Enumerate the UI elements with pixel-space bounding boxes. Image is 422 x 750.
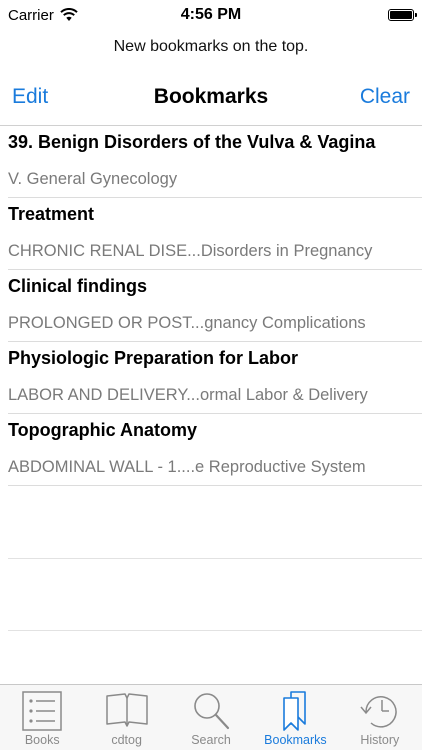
bookmark-row[interactable]: Physiologic Preparation for Labor LABOR …: [0, 342, 422, 414]
battery-icon: [388, 9, 417, 21]
battery-fill: [390, 11, 412, 19]
bookmark-row[interactable]: Clinical findings PROLONGED OR POST...gn…: [0, 270, 422, 342]
bookmark-list: 39. Benign Disorders of the Vulva & Vagi…: [0, 126, 422, 486]
bookmark-title: 39. Benign Disorders of the Vulva & Vagi…: [8, 132, 376, 152]
bookmark-title: Treatment: [8, 204, 95, 224]
tab-books-label: Books: [24, 733, 60, 747]
bookmark-row[interactable]: Treatment CHRONIC RENAL DISE...Disorders…: [0, 198, 422, 270]
nav-bar: Edit Bookmarks Clear: [0, 76, 422, 118]
tab-search-label: Search: [191, 733, 231, 747]
tab-bookmarks-label: Bookmarks: [264, 733, 327, 747]
bookmark-banner: New bookmarks on the top.: [113, 38, 309, 55]
status-bar: Carrier 4:56 PM: [0, 0, 422, 30]
bookmark-row[interactable]: 39. Benign Disorders of the Vulva & Vagi…: [0, 126, 422, 198]
bookmark-subtitle: V. General Gynecology: [8, 170, 178, 188]
bookmark-subtitle: PROLONGED OR POST...gnancy Complications: [8, 314, 366, 332]
clear-button[interactable]: Clear: [348, 85, 422, 109]
bookmark-subtitle: LABOR AND DELIVERY...ormal Labor & Deliv…: [8, 386, 368, 404]
tab-cdtog[interactable]: cdtog: [84, 685, 168, 750]
tab-history-label: History: [360, 733, 400, 747]
status-left: Carrier: [0, 7, 78, 24]
tab-books[interactable]: Books: [0, 685, 84, 750]
list-icon: [22, 691, 62, 731]
bookmark-title: Topographic Anatomy: [8, 420, 197, 440]
open-book-icon: [105, 693, 148, 727]
wifi-icon: [60, 8, 78, 21]
empty-row-divider: [8, 630, 422, 631]
row-divider: [8, 485, 422, 486]
tab-bookmarks[interactable]: Bookmarks: [253, 685, 337, 750]
clock-history-icon: [360, 696, 397, 728]
status-right: [388, 9, 422, 21]
bookmark-title: Clinical findings: [8, 276, 148, 296]
tab-history[interactable]: History: [338, 685, 422, 750]
carrier-label: Carrier: [8, 6, 54, 24]
tab-search[interactable]: Search: [169, 685, 253, 750]
bookmark-subtitle: CHRONIC RENAL DISE...Disorders in Pregna…: [8, 242, 373, 260]
bookmarks-icon: [283, 691, 307, 731]
tab-bar: Books cdtog Search Bookmarks History: [0, 684, 422, 750]
bookmark-row[interactable]: Topographic Anatomy ABDOMINAL WALL - 1..…: [0, 414, 422, 486]
magnifier-icon: [194, 693, 230, 730]
bookmark-title: Physiologic Preparation for Labor: [8, 348, 299, 368]
empty-row-divider: [8, 558, 422, 559]
edit-button[interactable]: Edit: [0, 85, 60, 109]
tab-cdtog-label: cdtog: [111, 733, 142, 747]
bookmark-subtitle: ABDOMINAL WALL - 1....e Reproductive Sys…: [8, 458, 366, 476]
